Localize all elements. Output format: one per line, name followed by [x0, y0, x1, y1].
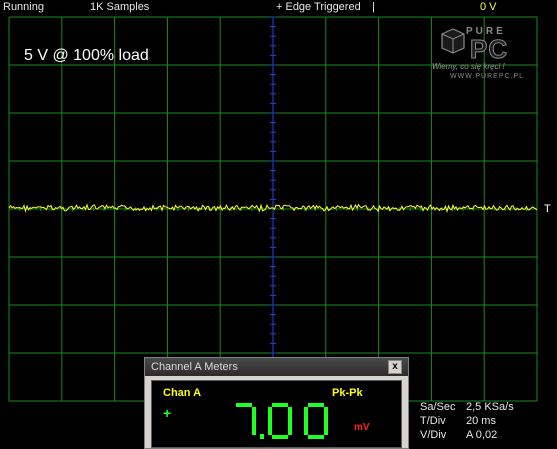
meter-digit-segment: [252, 421, 256, 435]
trigger-mode: + Edge Triggered: [276, 1, 361, 13]
trigger-marker: T: [544, 203, 551, 215]
meters-title: Channel A Meters: [151, 361, 238, 373]
meter-digit-segment: [304, 421, 308, 435]
meter-digit-segment: [252, 407, 256, 421]
meters-titlebar[interactable]: Channel A Meters x: [145, 358, 408, 376]
meter-decimal-point: [260, 434, 264, 439]
meter-digit-segment: [304, 407, 308, 421]
logo-url: WWW.PUREPC.PL: [450, 73, 525, 80]
meter-digit-segment: [288, 407, 292, 421]
cube-logo-icon: [441, 28, 465, 54]
meter-channel: Chan A: [163, 387, 202, 399]
sample-count: 1K Samples: [90, 1, 150, 13]
meter-value-display: [236, 403, 328, 439]
channel-a-meters-window[interactable]: Channel A Meters x Chan A Pk-Pk + mV: [144, 357, 409, 449]
meter-digit-segment: [324, 421, 328, 435]
meter-mode: Pk-Pk: [332, 387, 363, 399]
logo-word-main: PC: [469, 34, 509, 65]
tdiv-label: T/Div: [420, 415, 446, 427]
close-button[interactable]: x: [388, 360, 402, 374]
sample-rate-value: 2,5 KSa/s: [466, 401, 514, 413]
meter-digit-segment: [268, 421, 272, 435]
meter-unit: mV: [354, 422, 370, 433]
run-state: Running: [3, 1, 44, 13]
sample-rate: Sa/Sec 2,5 KSa/s: [420, 401, 514, 413]
meter-digit-segment: [236, 403, 252, 407]
vdiv-label: V/Div: [420, 429, 447, 441]
meter-digit-segment: [288, 421, 292, 435]
purepc-logo: PURE PC Wiemy, co się kręci ! WWW.PUREPC…: [432, 24, 556, 84]
meter-digit-segment: [268, 407, 272, 421]
meter-digit-segment: [308, 403, 324, 407]
screen-label: 5 V @ 100% load: [24, 47, 149, 64]
volts-per-division: V/Div A 0,02: [420, 429, 497, 441]
logo-tagline: Wiemy, co się kręci !: [432, 62, 505, 71]
meter-digit-segment: [272, 435, 288, 439]
meter-digit-segment: [308, 435, 324, 439]
time-per-division: T/Div 20 ms: [420, 415, 496, 427]
tdiv-value: 20 ms: [466, 415, 496, 427]
trigger-level: 0 V: [480, 1, 497, 13]
meter-readout: Chan A Pk-Pk + mV: [151, 380, 402, 448]
meter-digit-segment: [324, 407, 328, 421]
meter-digit-segment: [272, 403, 288, 407]
vdiv-value: A 0,02: [466, 429, 498, 441]
sample-rate-label: Sa/Sec: [420, 401, 456, 413]
meter-sign: +: [163, 405, 172, 421]
close-icon: x: [392, 361, 398, 372]
status-separator: |: [372, 1, 375, 13]
